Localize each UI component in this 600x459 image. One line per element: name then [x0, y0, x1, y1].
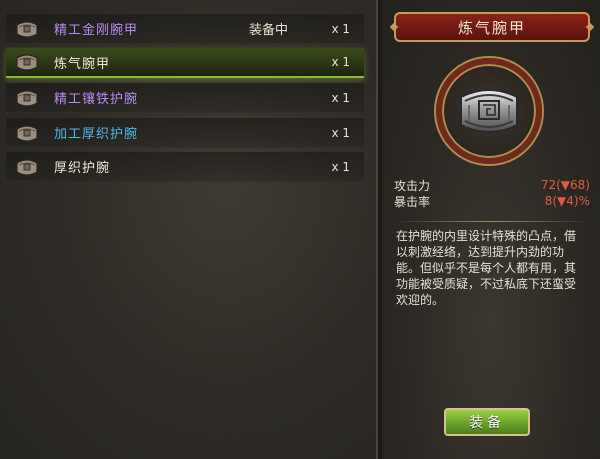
armguard-icon [14, 122, 40, 144]
stat-value: 8(▼4)% [544, 194, 590, 208]
equip-button[interactable]: 装备 [444, 408, 530, 436]
armguard-icon [14, 18, 40, 40]
divider [394, 221, 590, 222]
armguard-icon [14, 156, 40, 178]
item-name: 精工金刚腕甲 [54, 23, 139, 38]
stat-row-attack: 攻击力 72(▼68) [394, 177, 590, 193]
inventory-item[interactable]: 精工镶铁护腕 x 1 [6, 83, 364, 113]
equipped-status: 装备中 [248, 23, 288, 38]
item-portrait [436, 58, 542, 164]
inventory-item[interactable]: 精工金刚腕甲 装备中 x 1 [6, 14, 364, 44]
inventory-item[interactable]: 炼气腕甲 x 1 [6, 48, 364, 78]
inventory-item[interactable]: 加工厚织护腕 x 1 [6, 118, 364, 148]
stat-label: 暴击率 [394, 194, 431, 209]
inventory-panel: 精工金刚腕甲 装备中 x 1 炼气腕甲 x 1 精工镶铁护腕 x 1 加工厚织护腕 x 1 厚织护… [0, 0, 378, 459]
item-name: 加工厚织护腕 [54, 127, 139, 142]
item-count: x 1 [331, 90, 350, 105]
armguard-icon [460, 89, 518, 133]
armguard-icon [14, 87, 40, 109]
item-title-bar: 炼气腕甲 [394, 12, 590, 42]
stat-label: 攻击力 [394, 178, 431, 193]
item-name: 厚织护腕 [54, 161, 111, 176]
inventory-item[interactable]: 厚织护腕 x 1 [6, 152, 364, 182]
item-count: x 1 [331, 125, 350, 140]
item-stats: 攻击力 72(▼68) 暴击率 8(▼4)% [394, 177, 590, 209]
item-description: 在护腕的内里设计特殊的凸点，借以刺激经络，达到提升内劲的功能。但似乎不是每个人都… [396, 229, 577, 307]
item-count: x 1 [331, 159, 350, 174]
stat-row-crit: 暴击率 8(▼4)% [394, 193, 590, 209]
item-name: 炼气腕甲 [54, 56, 111, 72]
item-title: 炼气腕甲 [457, 18, 526, 37]
item-count: x 1 [331, 55, 350, 69]
stat-value: 72(▼68) [540, 178, 590, 192]
item-count: x 1 [331, 21, 350, 36]
item-detail-panel: 炼气腕甲 攻击力 72(▼68) 暴击率 8(▼4)% 在护腕的内里设计特殊的凸… [382, 0, 600, 459]
armguard-icon [14, 51, 40, 73]
item-name: 精工镶铁护腕 [54, 92, 139, 107]
